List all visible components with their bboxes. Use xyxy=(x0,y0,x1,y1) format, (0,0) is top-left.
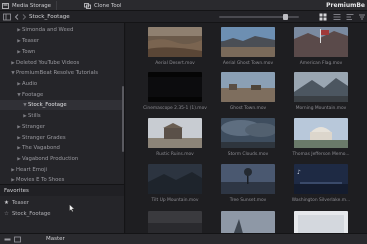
clip-thumbnail[interactable] xyxy=(221,164,275,194)
forward-arrow-icon[interactable] xyxy=(20,13,28,21)
clone-tool-button[interactable]: Clone Tool xyxy=(84,0,121,11)
clip-thumbnail[interactable] xyxy=(148,164,202,194)
media-storage-button[interactable]: Media Storage xyxy=(2,0,51,11)
slider-handle[interactable] xyxy=(283,14,288,20)
collapse-icon[interactable] xyxy=(4,236,11,243)
sidebar-item-premiumbeat-resolve-tutorials[interactable]: ▼PremiumBeat Resolve Tutorials xyxy=(10,68,98,78)
star-outline-icon: ☆ xyxy=(4,211,9,217)
clip-thumbnail[interactable] xyxy=(221,27,275,57)
clone-tool-icon xyxy=(84,2,91,9)
sidebar-item-town[interactable]: ▶Town xyxy=(16,47,35,57)
clip-thumbnail[interactable] xyxy=(294,118,348,148)
sort-icon[interactable] xyxy=(358,13,366,21)
media-pool-grid: Aerial Desert.mov Aerial Ghost Town.mov … xyxy=(126,23,367,233)
toolbar-divider xyxy=(56,1,57,10)
clip-thumbnail[interactable] xyxy=(148,72,202,102)
clip-thumbnail[interactable] xyxy=(221,118,275,148)
sidebar-item-heart-emoji[interactable]: ▶Heart Emoji xyxy=(10,165,47,175)
sidebar-item-movies-e-to-shoes[interactable]: ▶Movies E To Shoes xyxy=(10,175,64,184)
sidebar-item-the-vagabond[interactable]: ▶The Vagabond xyxy=(16,143,60,153)
sidebar-item-vagabond-production[interactable]: ▶Vagabond Production xyxy=(16,154,78,164)
sidebar-item-simonda-and-weed[interactable]: ▶Simonda and Weed xyxy=(16,25,73,35)
star-icon: ★ xyxy=(4,200,9,206)
clip-thumbnail[interactable] xyxy=(148,27,202,57)
clip-thumbnail[interactable] xyxy=(148,211,202,233)
clip-thumbnail[interactable]: ♪ xyxy=(294,164,348,194)
thumbnail-size-slider[interactable] xyxy=(219,14,299,20)
clip-thumbnail[interactable] xyxy=(221,211,275,233)
svg-text:♪: ♪ xyxy=(297,169,301,176)
sidebar-item-stills[interactable]: ▶Stills xyxy=(22,111,40,121)
favorite-item-teaser[interactable]: ★ Teaser xyxy=(4,198,29,208)
media-storage-label: Media Storage xyxy=(12,2,51,9)
clip-name: Thomas Jefferson Memo... xyxy=(292,152,350,157)
clip-name: Ghost Town.mov xyxy=(229,106,267,111)
clip-thumbnail[interactable] xyxy=(221,72,275,102)
sidebar-item-audio[interactable]: ▶Audio xyxy=(16,79,37,89)
clip-thumbnail[interactable] xyxy=(294,211,348,233)
sidebar-item-deleted-youtube-videos[interactable]: ▶Deleted YouTube Videos xyxy=(10,58,79,68)
list-view-icon[interactable] xyxy=(333,13,341,21)
clip-name: Cinemascope 2.35-1 (1).mov xyxy=(143,106,207,111)
clip-name: Aerial Desert.mov xyxy=(155,61,195,66)
clip-thumbnail[interactable] xyxy=(294,27,348,57)
clip-name: Aerial Ghost Town.mov xyxy=(222,61,274,66)
clip-name: Tree Sunset.mov xyxy=(229,198,267,203)
favorite-item-stock-footage[interactable]: ☆ Stock_Footage xyxy=(4,209,51,219)
clip-name: Morning Mountain.mov xyxy=(295,106,347,111)
mouse-cursor-icon xyxy=(69,204,75,212)
current-bin-label: Master xyxy=(46,236,65,242)
clip-name: Storm Clouds.mov xyxy=(227,152,269,157)
media-storage-icon xyxy=(2,2,9,9)
clip-name: American Flag.mov xyxy=(299,61,343,66)
clip-thumbnail[interactable] xyxy=(148,118,202,148)
sidebar-item-footage[interactable]: ▼Footage xyxy=(16,90,43,100)
bottom-bar: Master xyxy=(0,233,367,244)
sidebar-item-stock-footage[interactable]: ▼Stock_Footage xyxy=(22,100,66,110)
panel-toggle-icon[interactable] xyxy=(3,13,11,21)
sidebar-scrollbar[interactable] xyxy=(122,86,124,152)
grid-view-icon[interactable] xyxy=(319,13,327,21)
breadcrumb: Stock_Footage xyxy=(29,14,70,20)
clip-name: Tilt Up Mountain.mov xyxy=(151,198,199,203)
clip-thumbnail[interactable] xyxy=(294,72,348,102)
bin-icon[interactable] xyxy=(14,236,21,243)
clip-name: Rustic Ruins.mov xyxy=(156,152,194,157)
sidebar-item-stranger-grades[interactable]: ▶Stranger Grades xyxy=(16,133,65,143)
sidebar-item-teaser[interactable]: ▶Teaser xyxy=(16,36,39,46)
brand-title: PremiumBe xyxy=(326,2,365,9)
favorites-header: Favorites xyxy=(0,184,125,196)
sidebar-item-stranger[interactable]: ▶Stranger xyxy=(16,122,45,132)
bin-list-sidebar: ▶Simonda and Weed ▶Teaser ▶Town ▶Deleted… xyxy=(0,23,125,184)
media-pool-header: Stock_Footage xyxy=(0,11,367,23)
clone-tool-label: Clone Tool xyxy=(94,2,122,9)
clip-name: Washington Silverlake.m... xyxy=(291,198,351,203)
favorites-list: ★ Teaser ☆ Stock_Footage xyxy=(0,196,125,233)
top-toolbar: Media Storage Clone Tool PremiumBe xyxy=(0,0,367,11)
metadata-view-icon[interactable] xyxy=(346,13,354,21)
